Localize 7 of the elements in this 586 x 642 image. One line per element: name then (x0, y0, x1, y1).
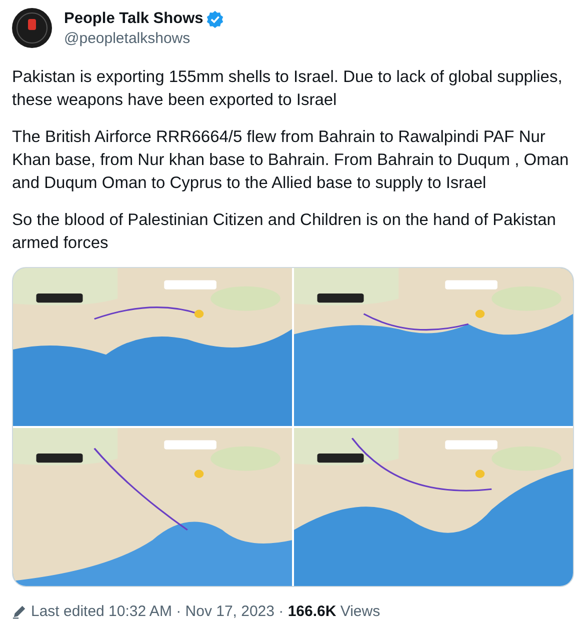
tweet-text: Pakistan is exporting 155mm shells to Israel. Due to lack of global supplies, these weapons have been exported to Israel (12, 67, 564, 111)
tweet-text: The British Airforce RRR6664/5 flew from Bahrain to Rawalpindi PAF Nur Khan base, from Nur khan base to Bahrain. From Bahrain to Duqum , Oman and Duqum Oman to Cyprus to the Allied base to supply to Israel (12, 127, 570, 194)
avatar-icon[interactable] (12, 8, 52, 48)
author-name[interactable]: People Talk Shows (64, 10, 204, 28)
author-handle[interactable]: @peopletalkshows (64, 30, 224, 46)
tweet-metadata: Last edited 10:32 AM · Nov 17, 2023 · 166.6K Views (31, 603, 380, 620)
tweet-text: So the blood of Palestinian Citizen and Children is on the hand of Pakistan armed forces (12, 210, 557, 254)
